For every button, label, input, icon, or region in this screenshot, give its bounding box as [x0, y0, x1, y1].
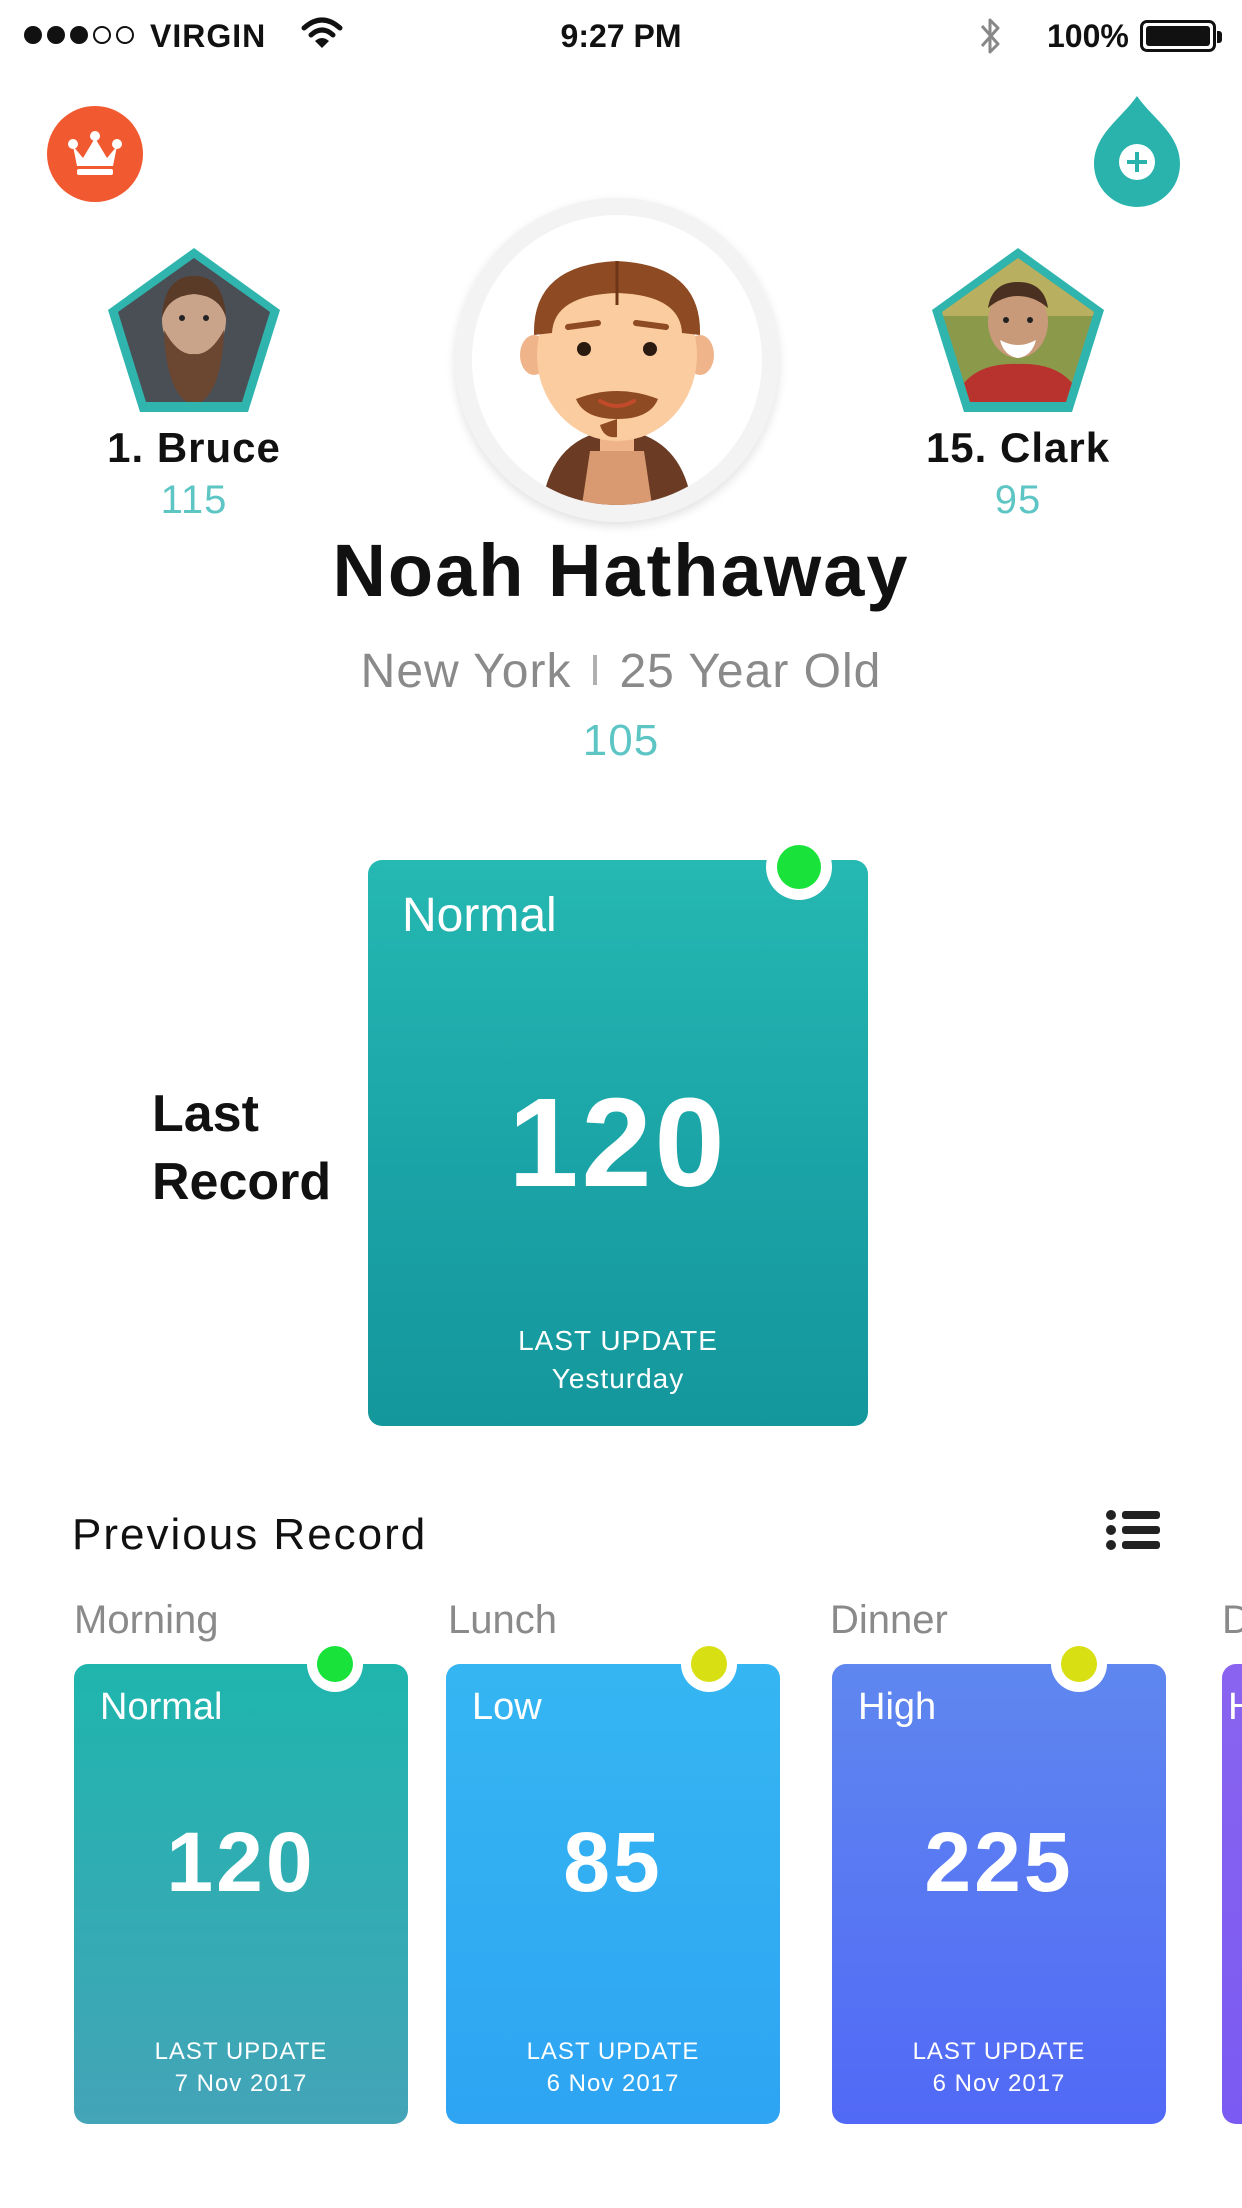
meal-label: Dinner — [830, 1598, 948, 1642]
record-card[interactable]: H — [1222, 1664, 1242, 2124]
record-update: LAST UPDATE Yesturday — [518, 1325, 718, 1394]
profile-city: New York — [360, 645, 572, 698]
meal-label: D — [1222, 1598, 1242, 1642]
record-card[interactable]: Normal 120 LAST UPDATE 7 Nov 2017 — [74, 1664, 408, 2124]
status-indicator — [307, 1636, 363, 1692]
record-status: Low — [472, 1686, 542, 1728]
record-card[interactable]: High 225 LAST UPDATE 6 Nov 2017 — [832, 1664, 1166, 2124]
leader-name[interactable]: 1. Bruce — [44, 424, 344, 472]
profile-meta: New York 25 Year Old — [0, 644, 1242, 699]
record-card[interactable]: Low 85 LAST UPDATE 6 Nov 2017 — [446, 1664, 780, 2124]
list-icon[interactable] — [1106, 1510, 1160, 1550]
record-value: 120 — [508, 1072, 728, 1213]
record-value: 225 — [924, 1815, 1074, 1909]
record-status: H — [1228, 1686, 1242, 1728]
leaderboard-button[interactable] — [47, 106, 143, 202]
battery-percentage: 100% — [1047, 18, 1129, 54]
previous-record-title: Previous Record — [72, 1510, 428, 1559]
leader-score: 95 — [994, 478, 1042, 522]
record-value: 85 — [563, 1815, 663, 1909]
last-record-card[interactable]: Normal 120 LAST UPDATE Yesturday — [368, 834, 868, 1426]
record-update: LAST UPDATE 6 Nov 2017 — [912, 2038, 1086, 2097]
status-indicator — [766, 834, 832, 900]
profile-age: 25 Year Old — [619, 645, 882, 698]
status-indicator — [1051, 1636, 1107, 1692]
record-status: High — [858, 1686, 937, 1728]
profile-score: 105 — [582, 716, 660, 765]
cartoon-avatar-icon — [520, 261, 714, 505]
avatar-clark[interactable] — [930, 246, 1106, 414]
record-update: LAST UPDATE 6 Nov 2017 — [526, 2038, 700, 2097]
profile-avatar[interactable] — [455, 198, 779, 522]
status-bar: VIRGIN 9:27 PM 100% — [0, 0, 1242, 76]
record-update: LAST UPDATE 7 Nov 2017 — [154, 2038, 328, 2097]
status-indicator — [681, 1636, 737, 1692]
crown-icon — [68, 131, 122, 175]
add-record-button[interactable] — [1092, 94, 1182, 210]
last-record-label: Last Record — [152, 1085, 332, 1211]
leader-name[interactable]: 15. Clark — [868, 424, 1168, 472]
meal-label: Morning — [74, 1598, 219, 1642]
bluetooth-icon — [980, 18, 1000, 54]
record-status: Normal — [100, 1686, 223, 1728]
profile-name: Noah Hathaway — [332, 529, 910, 612]
meal-label: Lunch — [448, 1598, 557, 1642]
separator — [593, 655, 598, 686]
leader-score: 115 — [160, 478, 228, 522]
avatar-bruce[interactable] — [106, 246, 282, 414]
record-status: Normal — [402, 889, 557, 942]
battery-icon — [1140, 20, 1222, 52]
record-value: 120 — [166, 1815, 316, 1909]
